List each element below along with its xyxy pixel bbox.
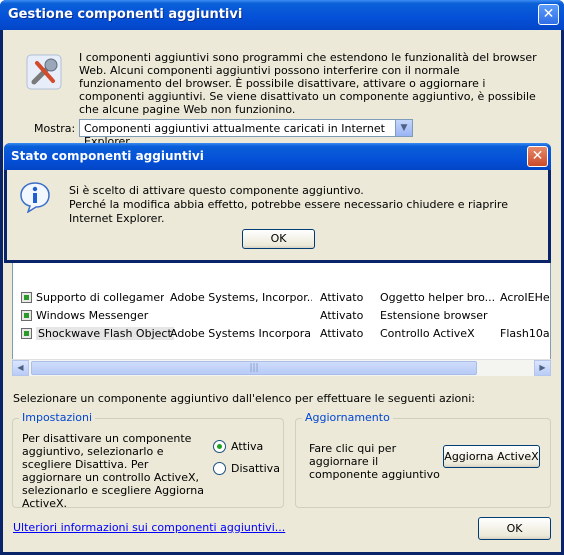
addon-name: Windows Messenger	[36, 309, 149, 322]
dropdown-arrow-icon[interactable]: ▼	[395, 120, 412, 136]
disable-radio[interactable]	[213, 462, 226, 475]
addon-type: Estensione browser	[380, 309, 488, 322]
intro-text: I componenti aggiuntivi sono programmi c…	[79, 51, 537, 116]
update-group: Aggiornamento Fare clic qui per aggiorna…	[295, 411, 551, 508]
addon-name: Shockwave Flash Object	[36, 327, 174, 340]
select-instruction: Selezionare un componente aggiuntivo dal…	[13, 392, 476, 405]
table-row[interactable]: Supporto di collegamen... Adobe Systems,…	[13, 289, 550, 307]
horizontal-scrollbar[interactable]: ◀ ||| ▶	[12, 359, 551, 376]
status-dialog: Stato componenti aggiuntivi ✕ Si è scelt…	[4, 143, 551, 263]
addon-list[interactable]: Supporto di collegamen... Adobe Systems,…	[12, 248, 551, 376]
addon-type: Controllo ActiveX	[380, 327, 475, 340]
table-row[interactable]: Windows Messenger Attivato Estensione br…	[13, 307, 550, 325]
addon-publisher: Adobe Systems, Incorpor...	[170, 291, 312, 304]
dialog-body: Si è scelto di attivare questo component…	[7, 170, 548, 260]
addon-name: Supporto di collegamen...	[36, 291, 164, 304]
tools-icon	[26, 54, 62, 90]
addon-status: Attivato	[320, 327, 364, 340]
disable-radio-label[interactable]: Disattiva	[231, 462, 280, 475]
scroll-thumb[interactable]: |||	[31, 361, 477, 375]
addon-icon	[21, 328, 32, 339]
addon-status: Attivato	[320, 309, 364, 322]
dialog-title: Stato componenti aggiuntivi	[11, 149, 204, 163]
addon-status: Attivato	[320, 291, 364, 304]
addon-icon	[21, 292, 32, 303]
addon-file: AcroIEHelp	[500, 291, 550, 304]
more-info-link[interactable]: Ulteriori informazioni sui componenti ag…	[13, 521, 285, 534]
enable-radio[interactable]	[213, 440, 226, 453]
scroll-left-icon[interactable]: ◀	[12, 360, 29, 376]
update-legend: Aggiornamento	[302, 411, 393, 424]
settings-legend: Impostazioni	[19, 411, 96, 424]
dialog-message-line1: Si è scelto di attivare questo component…	[69, 184, 364, 197]
scroll-right-icon[interactable]: ▶	[534, 360, 551, 376]
ok-button[interactable]: OK	[478, 517, 551, 540]
show-dropdown[interactable]: Componenti aggiuntivi attualmente carica…	[79, 119, 413, 148]
title-bar[interactable]: Gestione componenti aggiuntivi ✕	[0, 0, 564, 30]
addon-type: Oggetto helper bro...	[380, 291, 494, 304]
addon-file: Flash10a.o	[500, 327, 550, 340]
dialog-title-bar[interactable]: Stato componenti aggiuntivi ✕	[4, 143, 551, 170]
close-icon[interactable]: ✕	[538, 4, 559, 25]
update-text: Fare clic qui per aggiornare il componen…	[309, 442, 440, 481]
dialog-message-line2: Perché la modifica abbia effetto, potreb…	[69, 198, 508, 225]
dialog-message: Si è scelto di attivare questo component…	[69, 184, 548, 226]
addon-manager-window: Gestione componenti aggiuntivi ✕ I compo…	[0, 0, 564, 555]
info-icon	[20, 182, 50, 213]
settings-text: Per disattivare un componente aggiuntivo…	[22, 432, 204, 510]
table-row[interactable]: Shockwave Flash Object Adobe Systems Inc…	[13, 325, 550, 343]
enable-radio-label[interactable]: Attiva	[231, 440, 263, 453]
update-activex-button[interactable]: Aggiorna ActiveX	[443, 445, 540, 468]
addon-publisher: Adobe Systems Incorpora...	[170, 327, 312, 340]
settings-group: Impostazioni Per disattivare un componen…	[12, 411, 284, 510]
window-client: I componenti aggiuntivi sono programmi c…	[3, 30, 561, 552]
show-label: Mostra:	[34, 122, 76, 135]
close-icon[interactable]: ✕	[527, 146, 548, 167]
addon-icon	[21, 310, 32, 321]
dialog-ok-button[interactable]: OK	[242, 229, 315, 249]
window-title: Gestione componenti aggiuntivi	[8, 7, 243, 22]
